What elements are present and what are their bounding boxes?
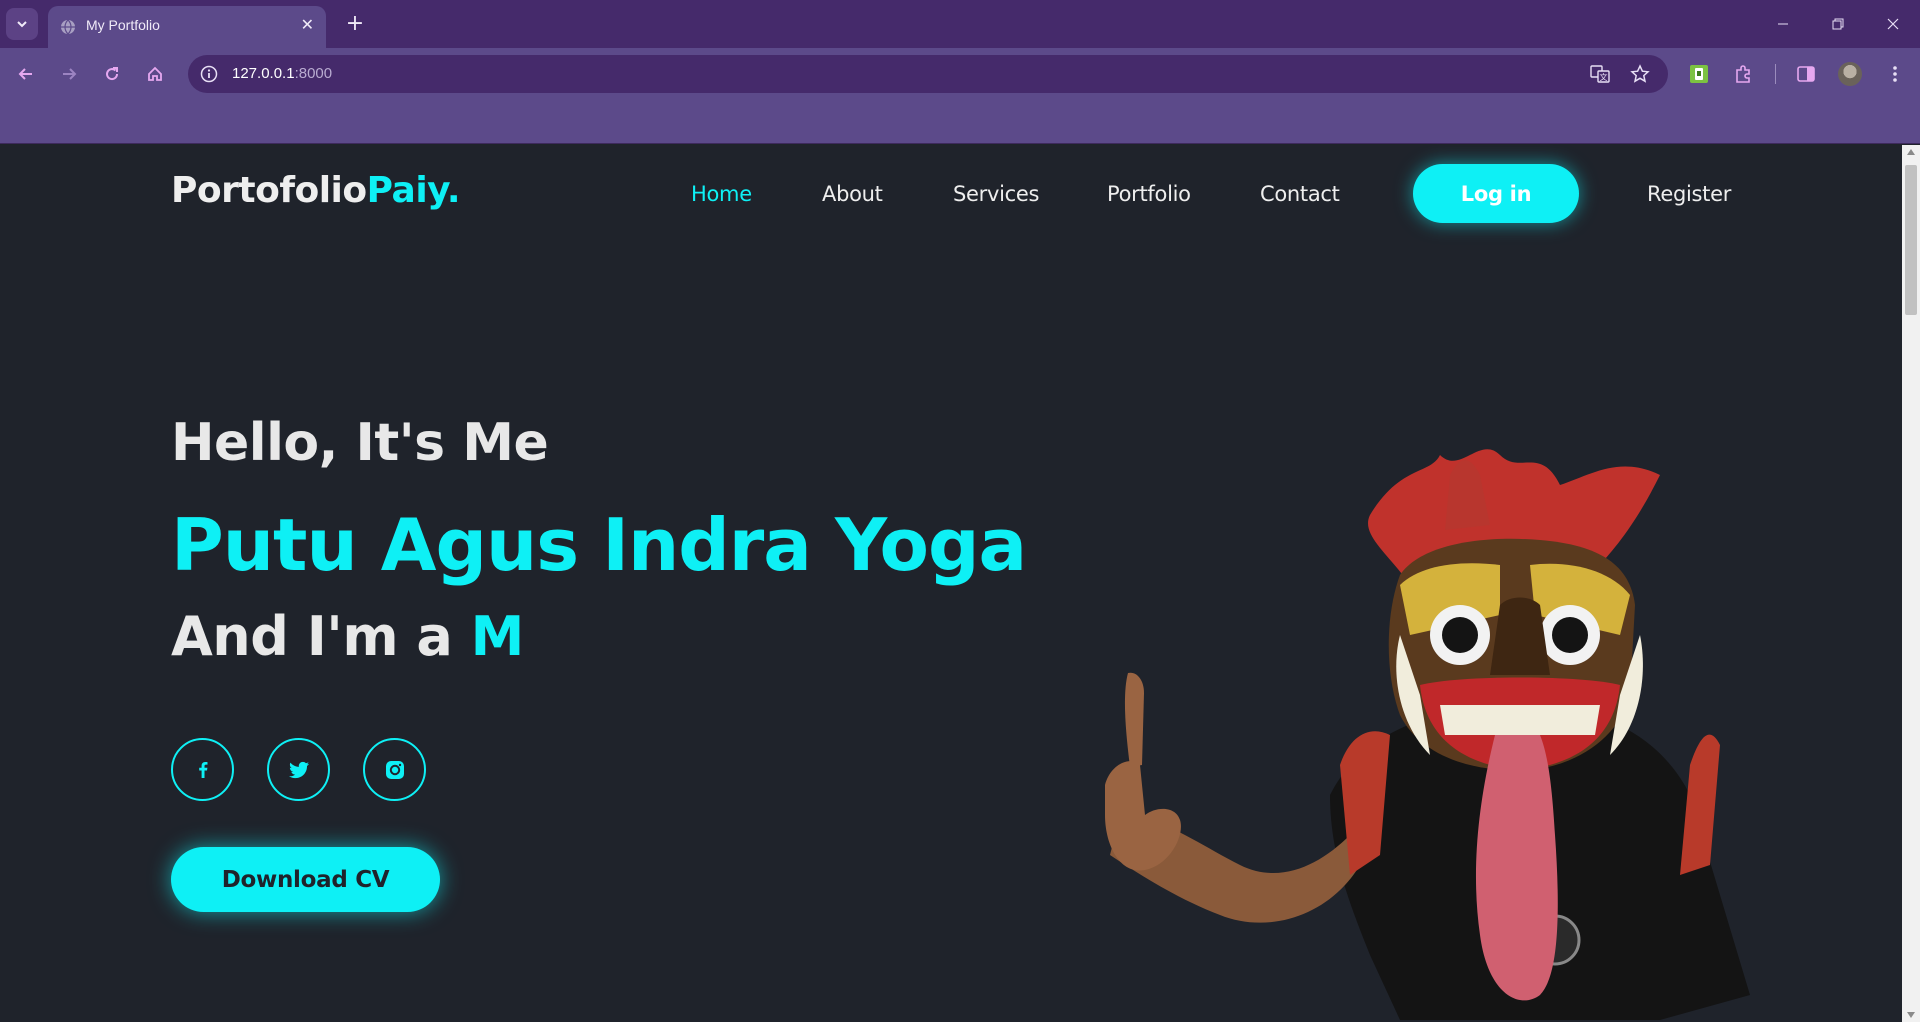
tab-close-icon[interactable]: ✕ [301, 15, 314, 34]
arrow-right-icon [63, 68, 77, 80]
new-tab-button[interactable]: + [340, 8, 370, 38]
forward-button[interactable] [55, 60, 83, 88]
extensions-icon[interactable] [1731, 62, 1755, 86]
profile-avatar[interactable] [1838, 62, 1862, 86]
reload-icon [106, 67, 119, 81]
facebook-link[interactable] [171, 738, 234, 801]
url-port: :8000 [294, 65, 333, 82]
role-prefix: And I'm a [171, 605, 471, 668]
toolbar-separator [1775, 64, 1776, 84]
close-window-button[interactable] [1873, 10, 1913, 38]
site-logo[interactable]: PortofolioPaiy. [171, 170, 461, 211]
info-icon[interactable] [200, 65, 218, 83]
browser-toolbar: 127.0.0.1:8000 文 [0, 48, 1920, 100]
hero-portrait-image [1105, 449, 1750, 1020]
home-icon [148, 66, 162, 81]
home-button[interactable] [141, 60, 169, 88]
restore-button[interactable] [1818, 10, 1858, 38]
web-page: PortofolioPaiy. Home About Services Port… [0, 145, 1902, 1022]
extension-badge-icon[interactable] [1687, 62, 1711, 86]
instagram-link[interactable] [363, 738, 426, 801]
tab-search-button[interactable] [6, 8, 38, 40]
translate-icon[interactable]: 文 [1590, 64, 1610, 84]
scroll-down-arrow[interactable] [1907, 1012, 1915, 1018]
url-host: 127.0.0.1 [232, 65, 295, 82]
reload-button[interactable] [98, 60, 126, 88]
hero-name: Putu Agus Indra Yoga [171, 503, 1027, 587]
nav-register[interactable]: Register [1647, 182, 1731, 206]
nav-about[interactable]: About [822, 182, 883, 206]
more-menu-icon[interactable] [1883, 62, 1907, 86]
globe-icon [61, 19, 75, 35]
nav-services[interactable]: Services [953, 182, 1039, 206]
login-button[interactable]: Log in [1413, 164, 1579, 223]
page-scrollbar[interactable] [1902, 145, 1920, 1022]
logo-main: Portofolio [171, 170, 367, 211]
svg-text:文: 文 [1600, 72, 1608, 82]
twitter-icon [288, 761, 309, 778]
tab-title: My Portfolio [86, 17, 160, 33]
twitter-link[interactable] [267, 738, 330, 801]
bookmarks-bar [0, 100, 1920, 144]
side-panel-icon[interactable] [1794, 62, 1818, 86]
role-typed-text: M [470, 605, 525, 668]
hero-greeting: Hello, It's Me [171, 413, 549, 473]
scroll-up-arrow[interactable] [1907, 149, 1915, 155]
instagram-icon [385, 760, 404, 779]
facebook-icon [198, 761, 207, 778]
hero-role: And I'm a M [171, 605, 524, 668]
restore-icon [1832, 18, 1844, 30]
nav-home[interactable]: Home [691, 182, 752, 206]
minimize-icon [1778, 23, 1788, 25]
url-text: 127.0.0.1:8000 [232, 65, 332, 82]
close-icon [1887, 18, 1899, 30]
logo-accent: Paiy. [366, 170, 461, 211]
scroll-thumb[interactable] [1905, 165, 1917, 315]
nav-portfolio[interactable]: Portfolio [1107, 182, 1191, 206]
star-icon[interactable] [1630, 64, 1650, 84]
chevron-down-icon [17, 21, 27, 28]
address-bar[interactable]: 127.0.0.1:8000 文 [188, 55, 1668, 93]
download-cv-button[interactable]: Download CV [171, 847, 440, 912]
nav-contact[interactable]: Contact [1260, 182, 1340, 206]
back-button[interactable] [12, 60, 40, 88]
browser-tab-bar: My Portfolio ✕ + [0, 0, 1920, 48]
minimize-button[interactable] [1763, 10, 1803, 38]
arrow-left-icon [18, 68, 32, 80]
browser-tab[interactable]: My Portfolio ✕ [48, 6, 326, 48]
